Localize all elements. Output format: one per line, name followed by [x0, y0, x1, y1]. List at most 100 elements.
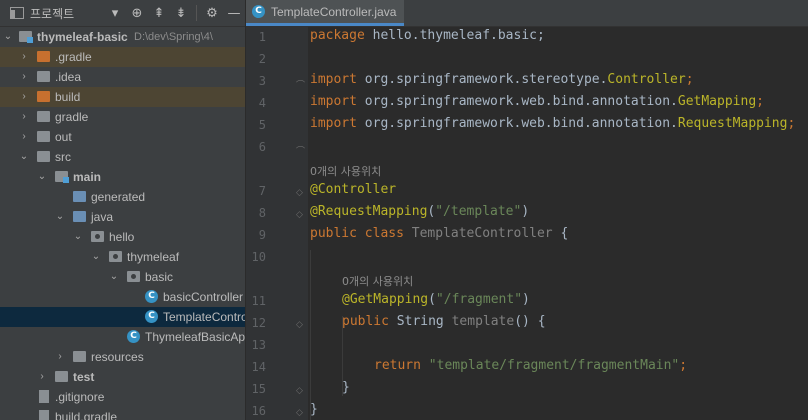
tree-item-java[interactable]: ⌄ java [0, 207, 245, 227]
code-line-16: } [310, 402, 318, 417]
source-set-folder-icon [55, 171, 69, 183]
tree-item-thymeleaf[interactable]: ⌄ thymeleaf [0, 247, 245, 267]
line-number-gutter[interactable]: 1 2 3 4 5 6 7 8 9 10 11 12 13 14 15 16 ⌒… [246, 26, 308, 420]
code-line-3: import org.springframework.stereotype.Co… [310, 72, 694, 87]
chevron-down-icon[interactable]: ⌄ [72, 227, 84, 247]
fold-marker-icon[interactable]: ◇ [296, 188, 305, 198]
line-number: 13 [251, 338, 266, 352]
expand-all-icon[interactable]: ⇞ [148, 3, 170, 23]
usage-hint[interactable]: 0개의 사용위치 [342, 273, 413, 289]
tree-item-gradle-cache[interactable]: › .gradle [0, 47, 245, 67]
fold-marker-icon[interactable]: ◇ [296, 408, 305, 418]
code-line-9: public class TemplateController { [310, 226, 569, 241]
tree-item-thymeleaf-basic-application[interactable]: C ThymeleafBasicApplication [0, 327, 245, 347]
code-line-5: import org.springframework.web.bind.anno… [310, 116, 796, 131]
tree-item-build[interactable]: › build [0, 87, 245, 107]
toolbar-divider [196, 5, 197, 21]
tree-item-resources[interactable]: › resources [0, 347, 245, 367]
tree-item-gitignore[interactable]: .gitignore [0, 387, 245, 407]
tree-item-out[interactable]: › out [0, 127, 245, 147]
package-icon [109, 251, 122, 262]
folder-icon [37, 131, 50, 142]
code-editor[interactable]: C TemplateController.java 1 2 3 4 5 6 7 … [246, 0, 808, 420]
tab-template-controller[interactable]: C TemplateController.java [246, 0, 405, 26]
class-icon: C [145, 290, 158, 303]
minus-icon[interactable]: — [223, 3, 245, 23]
indent-guide [310, 250, 311, 420]
tree-item-label: generated [91, 190, 146, 204]
crosshair-icon[interactable]: ⊕ [126, 3, 148, 23]
line-number: 15 [251, 382, 266, 396]
code-line-14: return "template/fragment/fragmentMain"; [374, 358, 688, 373]
line-number: 9 [258, 228, 266, 242]
chevron-right-icon[interactable]: › [18, 127, 30, 147]
chevron-down-icon[interactable]: ⌄ [36, 167, 48, 187]
editor-tab-bar: C TemplateController.java [246, 0, 808, 27]
chevron-right-icon[interactable]: › [54, 347, 66, 367]
tree-item-label: main [73, 170, 102, 184]
line-number: 2 [258, 52, 266, 66]
chevron-right-icon[interactable]: › [36, 367, 48, 387]
project-toolbar: 프로젝트 ▾ ⊕ ⇞ ⇟ ⚙ — [0, 0, 245, 27]
chevron-down-icon[interactable]: ⌄ [108, 267, 120, 287]
tree-item-basic[interactable]: ⌄ basic [0, 267, 245, 287]
tree-item-test[interactable]: › test [0, 367, 245, 387]
line-number: 5 [258, 118, 266, 132]
tree-item-src[interactable]: ⌄ src [0, 147, 245, 167]
chevron-down-icon[interactable]: ⌄ [54, 207, 66, 227]
chevron-right-icon[interactable]: › [18, 107, 30, 127]
fold-marker-icon[interactable]: ⌒ [296, 144, 305, 157]
tree-item-generated[interactable]: generated [0, 187, 245, 207]
collapse-all-icon[interactable]: ⇟ [170, 3, 192, 23]
module-folder-icon [19, 31, 33, 43]
fold-marker-icon[interactable]: ◇ [296, 210, 305, 220]
usage-hint[interactable]: 0개의 사용위치 [310, 163, 381, 179]
chevron-down-icon[interactable]: ⌄ [2, 27, 14, 47]
tree-item-label: java [91, 210, 114, 224]
line-number: 7 [258, 184, 266, 198]
tree-item-template-controller[interactable]: C TemplateController [0, 307, 245, 327]
resources-folder-icon [73, 351, 86, 362]
tree-item-idea[interactable]: › .idea [0, 67, 245, 87]
tree-item-label: hello [109, 230, 135, 244]
chevron-down-icon[interactable]: ▾ [104, 3, 126, 23]
chevron-right-icon[interactable]: › [18, 47, 30, 67]
fold-marker-icon[interactable]: ◇ [296, 386, 305, 396]
code-line-8: @RequestMapping("/template") [310, 204, 530, 219]
tree-item-build-gradle[interactable]: build.gradle [0, 407, 245, 420]
tree-item-hello[interactable]: ⌄ hello [0, 227, 245, 247]
tab-title: TemplateController.java [271, 4, 397, 19]
tree-item-label: build.gradle [55, 410, 118, 420]
folder-icon [37, 151, 50, 162]
line-number: 3 [258, 74, 266, 88]
tree-item-label: .gradle [55, 50, 92, 64]
gradle-file-icon [39, 410, 49, 420]
gear-icon[interactable]: ⚙ [201, 3, 223, 23]
chevron-right-icon[interactable]: › [18, 67, 30, 87]
tree-item-gradle[interactable]: › gradle [0, 107, 245, 127]
fold-marker-icon[interactable]: ⌒ [296, 78, 305, 91]
line-number: 6 [258, 140, 266, 154]
line-number: 11 [251, 294, 266, 308]
chevron-down-icon[interactable]: ⌄ [18, 147, 30, 167]
tree-item-basic-controller[interactable]: C basicController [0, 287, 245, 307]
tree-item-label: gradle [55, 110, 89, 124]
class-icon: C [252, 5, 265, 18]
chevron-right-icon[interactable]: › [18, 87, 30, 107]
code-area[interactable]: package hello.thymeleaf.basic; import or… [310, 26, 808, 420]
tree-item-label: build [55, 90, 81, 104]
code-line-4: import org.springframework.web.bind.anno… [310, 94, 764, 109]
line-number: 8 [258, 206, 266, 220]
tree-item-path: D:\dev\Spring\4\ [134, 31, 213, 43]
folder-icon [37, 91, 50, 102]
tree-item-label: basicController [163, 290, 244, 304]
tree-item-label: ThymeleafBasicApplication [145, 330, 245, 344]
chevron-down-icon[interactable]: ⌄ [90, 247, 102, 267]
project-panel-title[interactable]: 프로젝트 [30, 5, 74, 22]
tree-item-main[interactable]: ⌄ main [0, 167, 245, 187]
tree-item-project-root[interactable]: ⌄ thymeleaf-basic D:\dev\Spring\4\ [0, 27, 245, 47]
fold-marker-icon[interactable]: ◇ [296, 320, 305, 330]
code-line-11: @GetMapping("/fragment") [342, 292, 530, 307]
package-icon [91, 231, 104, 242]
code-line-15: } [342, 380, 350, 395]
